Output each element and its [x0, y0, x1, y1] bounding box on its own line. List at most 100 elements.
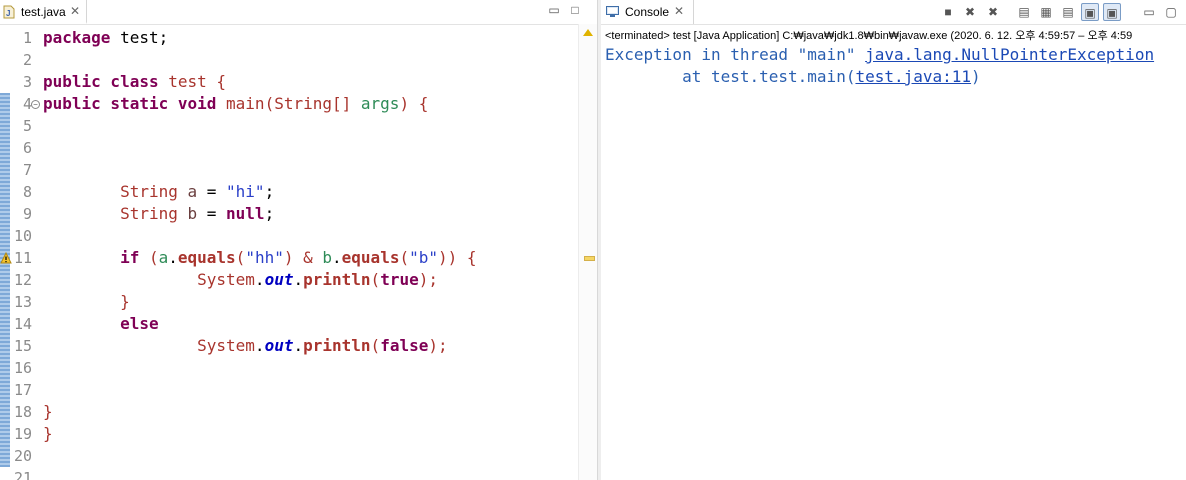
tab-label: Console — [625, 5, 670, 19]
console-icon — [606, 6, 619, 17]
local-variable: b — [177, 204, 198, 223]
local-variable: b — [322, 248, 333, 267]
code-text: test; — [110, 28, 169, 47]
svg-text:J: J — [6, 9, 10, 18]
class-name: test — [158, 72, 217, 91]
remove-all-terminated-icon[interactable]: ✖ — [984, 3, 1002, 21]
overview-ruler[interactable] — [578, 24, 597, 480]
show-on-stderr-icon[interactable]: ▣ — [1103, 3, 1121, 21]
line-number: 7 — [22, 161, 32, 179]
fold-toggle-icon[interactable]: − — [31, 100, 40, 109]
paren: )) — [438, 248, 467, 267]
string-literal: "hh" — [245, 248, 284, 267]
scroll-lock-icon[interactable]: ▦ — [1037, 3, 1055, 21]
paren: ( — [139, 248, 159, 267]
editor-tabbar: J test.java ✕ ▭ □ — [0, 0, 597, 25]
paren: ( — [264, 94, 275, 113]
line-number: 4 — [22, 95, 32, 113]
brace: } — [43, 402, 53, 421]
exception-link[interactable]: java.lang.NullPointerException — [865, 45, 1154, 64]
stack-frame-link[interactable]: test.java:11 — [855, 67, 971, 86]
dot: . — [254, 270, 265, 289]
close-icon[interactable]: ✕ — [70, 4, 80, 18]
dot: . — [332, 248, 342, 267]
line-number: 12 — [13, 271, 32, 289]
tab-test-java[interactable]: J test.java ✕ — [0, 0, 87, 24]
warning-marker[interactable] — [584, 256, 595, 261]
dot: . — [293, 270, 304, 289]
operator: = — [197, 182, 227, 201]
tab-label: test.java — [21, 5, 66, 19]
pin-console-icon[interactable]: ▭ — [1140, 3, 1158, 21]
code-line: if (a.equals("hh") & b.equals("b")) { — [43, 247, 573, 269]
code-line: public static void main(String[] args) { — [43, 93, 573, 115]
local-variable: a — [158, 248, 169, 267]
line-number: 17 — [13, 381, 32, 399]
maximize-icon[interactable]: □ — [568, 3, 582, 17]
code-line: else — [43, 313, 573, 335]
line-number: 21 — [13, 469, 32, 480]
paren: ( — [235, 248, 246, 267]
brace: { — [418, 94, 429, 113]
method-call: println — [303, 270, 371, 289]
code-line: } — [43, 401, 573, 423]
method-call: equals — [341, 248, 400, 267]
line-number: 9 — [22, 205, 32, 223]
code-line: System.out.println(false); — [43, 335, 573, 357]
minimize-icon[interactable]: ▭ — [547, 3, 561, 17]
type-name: String — [120, 204, 178, 223]
console-output-line: Exception in thread "main" java.lang.Nul… — [605, 44, 1154, 66]
code-line: } — [43, 291, 573, 313]
display-console-icon[interactable]: ▢ — [1162, 3, 1180, 21]
brace: { — [466, 248, 477, 267]
keyword: else — [120, 314, 159, 333]
line-number: 3 — [22, 73, 32, 91]
console-output-line: at test.test.main(test.java:11) — [605, 66, 981, 88]
remove-launch-icon[interactable]: ✖ — [961, 3, 979, 21]
code-line: System.out.println(true); — [43, 269, 573, 291]
static-field: out — [264, 336, 294, 355]
keyword: package — [43, 28, 111, 47]
method-call: equals — [177, 248, 236, 267]
close-icon[interactable]: ✕ — [674, 4, 684, 18]
warning-summary-icon[interactable] — [583, 29, 593, 36]
output-text: at test.test.main( — [605, 67, 856, 86]
brace: } — [120, 292, 130, 311]
code-area[interactable]: package test; public class test { public… — [43, 27, 573, 480]
show-on-stdout-icon[interactable]: ▣ — [1081, 3, 1099, 21]
keyword: null — [226, 204, 265, 223]
paren: ( — [370, 336, 381, 355]
brace: { — [216, 72, 227, 91]
terminate-icon[interactable]: ■ — [939, 3, 957, 21]
tab-console[interactable]: Console ✕ — [601, 0, 694, 24]
clear-console-icon[interactable]: ▤ — [1015, 3, 1033, 21]
code-line: String a = "hi"; — [43, 181, 573, 203]
semicolon: ; — [264, 204, 275, 223]
paren: ( — [399, 248, 410, 267]
local-variable: a — [177, 182, 198, 201]
semicolon: ; — [264, 182, 275, 201]
line-number: 18 — [13, 403, 32, 421]
warning-icon[interactable] — [0, 252, 12, 264]
keyword: if — [120, 248, 140, 267]
line-number: 20 — [13, 447, 32, 465]
output-text: ) — [971, 67, 981, 86]
word-wrap-icon[interactable]: ▤ — [1059, 3, 1077, 21]
output-text: Exception in thread "main" — [605, 45, 866, 64]
type-name: String — [120, 182, 178, 201]
line-number: 8 — [22, 183, 32, 201]
keyword: public class — [43, 72, 159, 91]
method-call: println — [303, 336, 371, 355]
line-number: 5 — [22, 117, 32, 135]
line-number: 6 — [22, 139, 32, 157]
line-number-gutter: 1 2 3 4 5 6 7 8 9 10 11 12 13 14 15 16 1… — [0, 27, 40, 480]
editor-pane: J test.java ✕ ▭ □ 1 2 3 4 5 6 7 8 9 10 1… — [0, 0, 597, 480]
brace: } — [43, 424, 53, 443]
